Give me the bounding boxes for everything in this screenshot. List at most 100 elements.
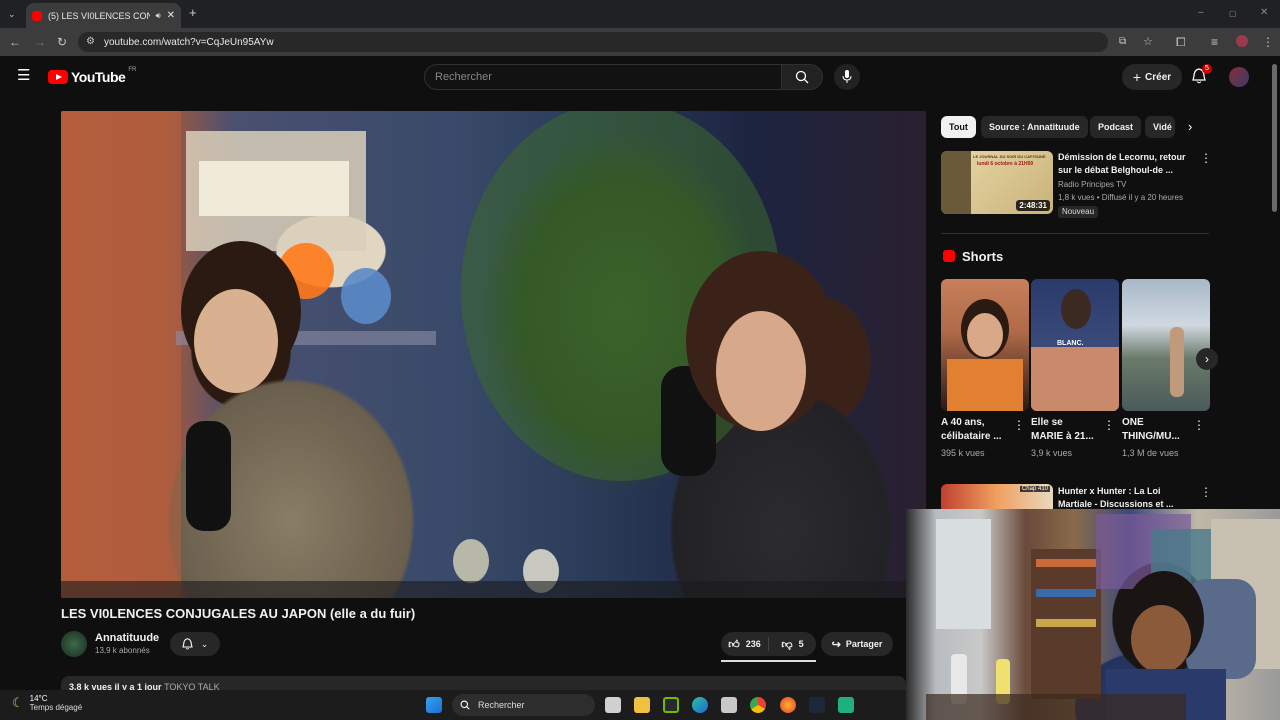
page-scrollbar[interactable] xyxy=(1272,64,1277,212)
chevron-down-icon: ⌄ xyxy=(200,638,209,649)
hamburger-menu-icon[interactable]: ☰ xyxy=(17,68,30,83)
notifications-button[interactable]: 5 xyxy=(1192,64,1212,89)
more-options-icon[interactable]: ⋮ xyxy=(1200,151,1212,165)
divider xyxy=(941,233,1209,234)
short-views: 1,3 M de vues xyxy=(1122,448,1179,458)
short-thumbnail[interactable] xyxy=(941,279,1029,411)
webcam-overlay xyxy=(906,509,1280,720)
app-icon[interactable] xyxy=(838,697,854,713)
address-bar[interactable]: ⚙ youtube.com/watch?v=CqJeUn95AYw ⧉ ☆ xyxy=(78,32,1153,52)
forward-icon[interactable]: → xyxy=(34,36,46,48)
account-avatar[interactable] xyxy=(1229,67,1249,87)
recommendation-title-line1[interactable]: Hunter x Hunter : La Loi xyxy=(1058,485,1161,498)
share-button[interactable]: ↪ Partager xyxy=(821,632,893,656)
recommendation-title-line1[interactable]: Démission de Lecornu, retour xyxy=(1058,151,1186,164)
search-button[interactable] xyxy=(781,64,823,90)
more-options-icon[interactable]: ⋮ xyxy=(1103,418,1115,432)
recommendation-thumbnail[interactable]: LE JOURNAL DU SOIR DU CAPITAINE lundi 6 … xyxy=(941,151,1053,214)
browser-tab-bar: ⌄ (5) LES VI0LENCES CONJUG 🔊︎ ✕ + – ▢ ✕ xyxy=(0,0,1280,28)
dislike-count: 5 xyxy=(798,639,804,649)
more-options-icon[interactable]: ⋮ xyxy=(1013,418,1025,432)
thumbs-up-icon: 👍︎ xyxy=(728,638,740,651)
short-clothing xyxy=(947,359,1023,411)
recommendation-channel[interactable]: Radio Principes TV xyxy=(1058,179,1126,191)
new-badge: Nouveau xyxy=(1058,206,1099,218)
chip-source[interactable]: Source : Annatituude xyxy=(981,116,1088,138)
share-label: Partager xyxy=(845,639,883,649)
chip-all[interactable]: Tout xyxy=(941,116,976,138)
chips-next-icon[interactable]: › xyxy=(1188,119,1192,134)
create-button[interactable]: + Créer xyxy=(1122,64,1182,90)
steam-icon[interactable] xyxy=(809,697,825,713)
short-overlay-text: BLANC. xyxy=(1057,340,1084,347)
nvidia-icon[interactable] xyxy=(663,697,679,713)
reload-icon[interactable]: ↻ xyxy=(57,36,67,48)
subscriber-count: 13,9 k abonnés xyxy=(95,646,150,655)
maximize-icon[interactable]: ▢ xyxy=(1229,8,1237,20)
search-input[interactable]: Rechercher xyxy=(424,64,782,90)
like-button[interactable]: 👍︎ 236 xyxy=(721,632,768,656)
duration-badge: 2:48:31 xyxy=(1016,200,1050,211)
more-options-icon[interactable]: ⋮ xyxy=(1193,418,1205,432)
short-title-line2[interactable]: THING/MU... xyxy=(1122,430,1180,444)
voice-search-button[interactable] xyxy=(834,64,860,90)
file-explorer-icon[interactable] xyxy=(634,697,650,713)
bookmark-star-icon[interactable]: ☆ xyxy=(1143,36,1153,48)
short-thumbnail[interactable]: BLANC. xyxy=(1031,279,1119,411)
site-info-icon[interactable]: ⚙ xyxy=(86,36,95,48)
windows-start-icon[interactable] xyxy=(426,697,442,713)
thumb-date-text: lundi 6 octobre à 21H00 xyxy=(977,161,1034,167)
notification-badge: 5 xyxy=(1202,64,1212,74)
back-icon[interactable]: ← xyxy=(9,36,21,48)
browser-tab[interactable]: (5) LES VI0LENCES CONJUG 🔊︎ ✕ xyxy=(26,3,181,28)
channel-avatar[interactable] xyxy=(61,631,87,657)
recommendation-title-line2[interactable]: sur le débat Belghoul-de ... xyxy=(1058,164,1173,177)
country-code: FR xyxy=(128,67,137,73)
channel-name[interactable]: Annatituude xyxy=(95,632,159,644)
chip-video[interactable]: Vidé xyxy=(1145,116,1175,138)
chrome-menu-icon[interactable]: ⋮ xyxy=(1262,36,1274,48)
thumb-header-text: LE JOURNAL DU SOIR DU CAPITAINE xyxy=(973,154,1046,159)
short-thumbnail[interactable] xyxy=(1122,279,1210,411)
dislike-button[interactable]: 👎︎ 5 xyxy=(769,632,816,656)
tab-list-icon[interactable]: ⌄ xyxy=(8,8,16,20)
search-icon xyxy=(795,70,809,84)
subscription-bell-button[interactable]: ⌄ xyxy=(170,632,220,656)
short-title-line1[interactable]: Elle se xyxy=(1031,416,1063,430)
youtube-header: ☰ YouTube FR Rechercher + Créer 5 xyxy=(0,56,1280,100)
video-title: LES VI0LENCES CONJUGALES AU JAPON (elle … xyxy=(61,606,416,621)
chip-podcast[interactable]: Podcast xyxy=(1090,116,1142,138)
task-view-icon[interactable] xyxy=(605,697,621,713)
profile-icon[interactable] xyxy=(1236,35,1248,47)
minimize-icon[interactable]: – xyxy=(1198,7,1204,19)
video-player[interactable] xyxy=(61,111,926,598)
extensions-icon[interactable]: ⧠ xyxy=(1176,36,1186,48)
speaker-icon[interactable]: 🔊︎ xyxy=(156,11,161,21)
weather-widget[interactable]: ☾ 14°C Temps dégagé xyxy=(12,694,82,712)
taskbar-search[interactable]: Rechercher xyxy=(452,694,595,716)
short-title-line2[interactable]: MARIE à 21... xyxy=(1031,430,1094,444)
short-title-line2[interactable]: célibataire ... xyxy=(941,430,1002,444)
youtube-logo[interactable]: YouTube FR xyxy=(48,67,137,85)
thumb-chapter-text: Chap 410 xyxy=(1019,486,1050,492)
short-title-line1[interactable]: ONE xyxy=(1122,416,1144,430)
cast-icon[interactable]: ⧉ xyxy=(1119,36,1126,48)
short-face xyxy=(967,313,1003,357)
like-count: 236 xyxy=(745,639,761,649)
shorts-next-button[interactable]: › xyxy=(1196,348,1218,370)
short-person xyxy=(1061,289,1091,329)
channel-row: Annatituude 13,9 k abonnés ⌄ 👍︎ 236 👎︎ 5… xyxy=(61,631,906,662)
plus-icon: + xyxy=(1132,69,1142,85)
firefox-icon[interactable] xyxy=(780,697,796,713)
close-window-icon[interactable]: ✕ xyxy=(1260,7,1268,19)
more-options-icon[interactable]: ⋮ xyxy=(1200,485,1212,499)
edge-icon[interactable] xyxy=(692,697,708,713)
like-dislike-bar: 👍︎ 236 👎︎ 5 xyxy=(721,632,816,656)
short-title-line1[interactable]: A 40 ans, xyxy=(941,416,985,430)
new-tab-icon[interactable]: + xyxy=(189,6,197,19)
chrome-icon[interactable] xyxy=(750,697,766,713)
shorts-heading: Shorts xyxy=(962,249,1004,264)
store-icon[interactable] xyxy=(721,697,737,713)
close-tab-icon[interactable]: ✕ xyxy=(167,10,175,21)
tab-search-icon[interactable]: ≡ xyxy=(1211,36,1218,48)
